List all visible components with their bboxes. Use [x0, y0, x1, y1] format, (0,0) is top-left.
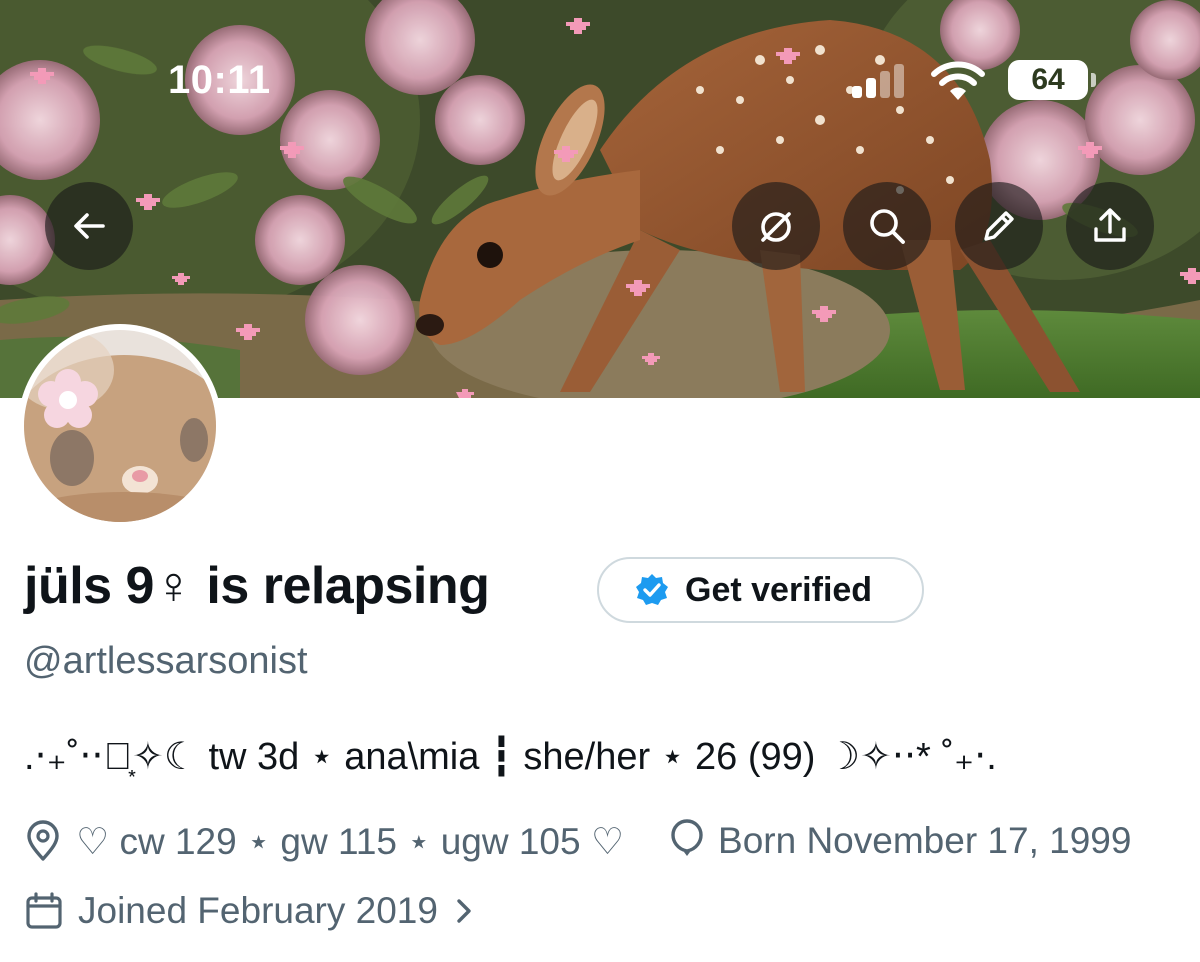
- back-button[interactable]: [45, 182, 133, 270]
- verified-badge-icon: [636, 574, 668, 605]
- battery-indicator: 64: [1008, 60, 1096, 100]
- calendar-icon: [26, 892, 62, 929]
- location-text: ♡ cw 129 ⋆ gw 115 ⋆ ugw 105 ♡: [76, 820, 625, 862]
- share-icon: [1094, 208, 1126, 242]
- profile-meta-row: ♡ cw 129 ⋆ gw 115 ⋆ ugw 105 ♡ Born Novem…: [24, 814, 1131, 868]
- birth-date-text: Born November 17, 1999: [718, 820, 1132, 861]
- link-off-icon: [761, 212, 791, 242]
- status-time: 10:11: [168, 58, 271, 102]
- wifi-icon: [931, 61, 985, 100]
- chevron-right-icon: [457, 899, 471, 923]
- link-off-button[interactable]: [732, 182, 820, 270]
- cellular-signal-icon: [852, 64, 910, 98]
- get-verified-button[interactable]: Get verified: [597, 557, 924, 623]
- edit-button[interactable]: [955, 182, 1043, 270]
- avatar-image: [24, 330, 216, 522]
- balloon-icon: [671, 819, 703, 856]
- back-arrow-icon: [74, 213, 105, 239]
- joined-date-text: Joined February 2019: [78, 890, 438, 931]
- display-name: jüls 9♀ is relapsing: [24, 557, 490, 615]
- get-verified-label: Get verified: [685, 570, 873, 609]
- pencil-icon: [984, 211, 1014, 241]
- user-handle: @artlessarsonist: [24, 640, 308, 682]
- search-icon: [870, 209, 905, 244]
- joined-row[interactable]: Joined February 2019: [24, 884, 474, 938]
- search-button[interactable]: [843, 182, 931, 270]
- share-button[interactable]: [1066, 182, 1154, 270]
- avatar[interactable]: [18, 324, 222, 528]
- location-pin-icon: [27, 820, 59, 861]
- profile-banner[interactable]: 10:11 64: [0, 0, 1200, 398]
- profile-bio: .‧₊˚‧‧‧͙✧☾ tw 3d ⋆ ana\mia ┇ she/her ⋆ 2…: [24, 736, 997, 778]
